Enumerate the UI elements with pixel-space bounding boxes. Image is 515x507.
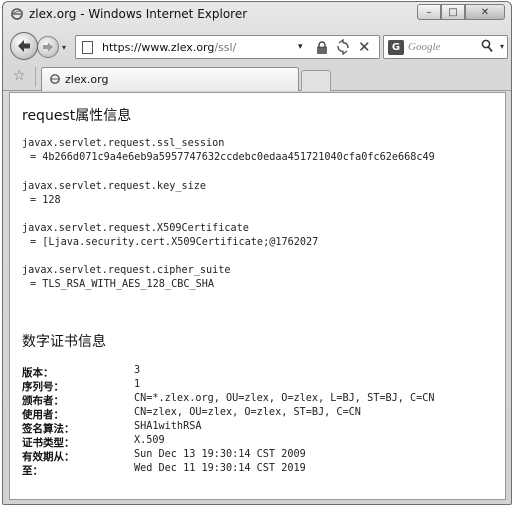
url-host: https://www.zlex.org xyxy=(102,41,215,54)
lock-icon[interactable] xyxy=(316,41,328,54)
search-options-dropdown[interactable]: ▾ xyxy=(500,42,504,51)
refresh-icon[interactable] xyxy=(336,39,350,55)
forward-arrow-icon xyxy=(43,42,53,52)
attribute-value: = [Ljava.security.cert.X509Certificate;@… xyxy=(30,237,319,248)
cert-field-label: 至： xyxy=(22,465,43,477)
attribute-name: javax.servlet.request.X509Certificate xyxy=(22,223,249,234)
search-input[interactable]: Google xyxy=(408,41,440,53)
cert-field-label: 版本： xyxy=(22,367,54,379)
tab-label: zlex.org xyxy=(65,73,109,86)
request-section-title: request属性信息 xyxy=(22,108,132,124)
cert-field-label: 序列号： xyxy=(22,381,64,393)
maximize-button[interactable]: □ xyxy=(441,4,465,20)
page-icon xyxy=(82,41,93,54)
cert-field-value: CN=zlex, OU=zlex, O=zlex, ST=BJ, C=CN xyxy=(134,407,361,418)
favorites-star-icon[interactable]: ☆ xyxy=(13,68,26,84)
cert-section-title: 数字证书信息 xyxy=(22,334,106,350)
address-bar[interactable]: https://www.zlex.org/ssl/ ▾ ✕ xyxy=(75,35,380,59)
address-dropdown-icon[interactable]: ▾ xyxy=(298,42,303,52)
cert-field-value: 1 xyxy=(134,379,141,390)
search-provider-icon[interactable]: G xyxy=(388,40,404,55)
attribute-name: javax.servlet.request.ssl_session xyxy=(22,138,225,149)
divider xyxy=(35,67,36,87)
search-box[interactable]: G Google ▾ xyxy=(383,35,508,59)
cert-field-value: Sun Dec 13 19:30:14 CST 2009 xyxy=(134,449,306,460)
internet-explorer-icon xyxy=(10,8,24,20)
recent-pages-dropdown[interactable]: ▾ xyxy=(62,43,66,52)
attribute-value: = 128 xyxy=(30,195,61,206)
cert-field-label: 有效期从： xyxy=(22,451,75,463)
window-title: zlex.org - Windows Internet Explorer xyxy=(29,7,248,21)
attribute-value: = 4b266d071c9a4e6eb9a5957747632ccdebc0ed… xyxy=(30,152,435,163)
cert-field-label: 使用者： xyxy=(22,409,64,421)
forward-button[interactable] xyxy=(37,36,59,58)
ie-page-icon xyxy=(50,74,60,84)
tab-bar: ☆ zlex.org xyxy=(3,64,511,91)
minimize-button[interactable]: – xyxy=(417,4,441,20)
back-arrow-icon xyxy=(18,40,30,52)
page-content: request属性信息 javax.servlet.request.ssl_se… xyxy=(9,92,506,500)
browser-window: zlex.org - Windows Internet Explorer – □… xyxy=(2,1,512,505)
stop-icon[interactable]: ✕ xyxy=(358,38,371,56)
cert-field-value: 3 xyxy=(134,365,141,376)
close-button[interactable]: ✕ xyxy=(465,4,505,20)
search-icon[interactable] xyxy=(481,39,493,53)
cert-field-label: 证书类型： xyxy=(22,437,75,449)
cert-field-value: Wed Dec 11 19:30:14 CST 2019 xyxy=(134,463,306,474)
new-tab-button[interactable] xyxy=(301,70,331,91)
attribute-name: javax.servlet.request.key_size xyxy=(22,181,207,192)
url-input[interactable]: https://www.zlex.org/ssl/ xyxy=(102,41,236,54)
maximize-icon: □ xyxy=(448,6,458,18)
back-button[interactable] xyxy=(10,32,38,60)
cert-field-value: X.509 xyxy=(134,435,165,446)
minimize-icon: – xyxy=(426,6,432,18)
attribute-value: = TLS_RSA_WITH_AES_128_CBC_SHA xyxy=(30,279,215,290)
cert-field-label: 颁布者： xyxy=(22,395,64,407)
close-icon: ✕ xyxy=(480,6,490,18)
tab-zlex[interactable]: zlex.org xyxy=(41,67,299,91)
cert-field-label: 签名算法： xyxy=(22,423,75,435)
cert-field-value: SHA1withRSA xyxy=(134,421,202,432)
navigation-bar: ▾ https://www.zlex.org/ssl/ ▾ ✕ G Google… xyxy=(3,30,511,64)
cert-field-value: CN=*.zlex.org, OU=zlex, O=zlex, L=BJ, ST… xyxy=(134,393,435,404)
window-controls: – □ ✕ xyxy=(417,4,505,20)
attribute-name: javax.servlet.request.cipher_suite xyxy=(22,265,231,276)
title-bar[interactable]: zlex.org - Windows Internet Explorer – □… xyxy=(3,2,511,26)
url-path: /ssl/ xyxy=(214,41,237,54)
